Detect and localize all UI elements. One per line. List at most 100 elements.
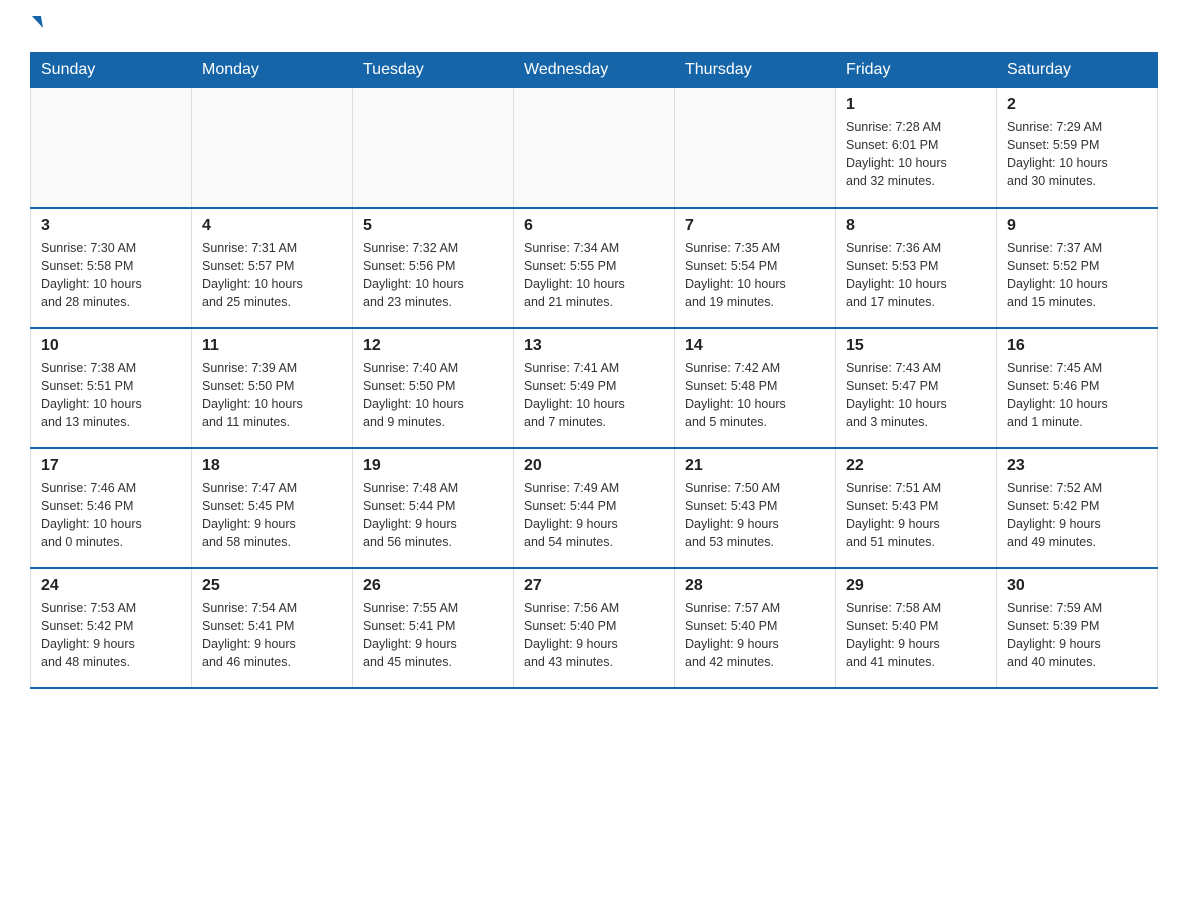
calendar-cell: 21 Sunrise: 7:50 AM Sunset: 5:43 PM Dayli… — [675, 448, 836, 568]
calendar-cell: 28 Sunrise: 7:57 AM Sunset: 5:40 PM Dayli… — [675, 568, 836, 688]
calendar-cell: 12 Sunrise: 7:40 AM Sunset: 5:50 PM Dayli… — [353, 328, 514, 448]
weekday-header-saturday: Saturday — [997, 53, 1158, 88]
day-number: 25 — [202, 577, 342, 595]
day-number: 24 — [41, 577, 181, 595]
day-info: Sunrise: 7:35 AM Sunset: 5:54 PM Dayligh… — [685, 239, 825, 312]
day-info: Sunrise: 7:43 AM Sunset: 5:47 PM Dayligh… — [846, 359, 986, 432]
day-info: Sunrise: 7:52 AM Sunset: 5:42 PM Dayligh… — [1007, 479, 1147, 552]
day-info: Sunrise: 7:46 AM Sunset: 5:46 PM Dayligh… — [41, 479, 181, 552]
day-number: 23 — [1007, 457, 1147, 475]
day-number: 13 — [524, 337, 664, 355]
calendar-cell: 22 Sunrise: 7:51 AM Sunset: 5:43 PM Dayli… — [836, 448, 997, 568]
day-number: 9 — [1007, 217, 1147, 235]
calendar-cell: 11Sunrise: 7:39 AM Sunset: 5:50 PM Dayli… — [192, 328, 353, 448]
calendar-cell: 29Sunrise: 7:58 AM Sunset: 5:40 PM Dayli… — [836, 568, 997, 688]
day-info: Sunrise: 7:39 AM Sunset: 5:50 PM Dayligh… — [202, 359, 342, 432]
day-number: 16 — [1007, 337, 1147, 355]
calendar-cell — [514, 88, 675, 208]
day-number: 29 — [846, 577, 986, 595]
logo-triangle-icon — [32, 16, 43, 28]
day-info: Sunrise: 7:29 AM Sunset: 5:59 PM Dayligh… — [1007, 118, 1147, 191]
day-number: 15 — [846, 337, 986, 355]
day-info: Sunrise: 7:42 AM Sunset: 5:48 PM Dayligh… — [685, 359, 825, 432]
day-number: 1 — [846, 96, 986, 114]
weekday-header-friday: Friday — [836, 53, 997, 88]
day-number: 10 — [41, 337, 181, 355]
day-info: Sunrise: 7:37 AM Sunset: 5:52 PM Dayligh… — [1007, 239, 1147, 312]
day-info: Sunrise: 7:57 AM Sunset: 5:40 PM Dayligh… — [685, 599, 825, 672]
calendar-cell: 30Sunrise: 7:59 AM Sunset: 5:39 PM Dayli… — [997, 568, 1158, 688]
calendar-cell: 14 Sunrise: 7:42 AM Sunset: 5:48 PM Dayli… — [675, 328, 836, 448]
day-number: 21 — [685, 457, 825, 475]
calendar-cell: 10Sunrise: 7:38 AM Sunset: 5:51 PM Dayli… — [31, 328, 192, 448]
day-info: Sunrise: 7:47 AM Sunset: 5:45 PM Dayligh… — [202, 479, 342, 552]
calendar-cell: 9 Sunrise: 7:37 AM Sunset: 5:52 PM Daylig… — [997, 208, 1158, 328]
calendar-cell: 23 Sunrise: 7:52 AM Sunset: 5:42 PM Dayli… — [997, 448, 1158, 568]
day-number: 5 — [363, 217, 503, 235]
calendar-cell — [353, 88, 514, 208]
calendar-cell: 27 Sunrise: 7:56 AM Sunset: 5:40 PM Dayli… — [514, 568, 675, 688]
day-info: Sunrise: 7:45 AM Sunset: 5:46 PM Dayligh… — [1007, 359, 1147, 432]
day-number: 14 — [685, 337, 825, 355]
day-number: 17 — [41, 457, 181, 475]
day-number: 8 — [846, 217, 986, 235]
day-number: 6 — [524, 217, 664, 235]
calendar-cell — [192, 88, 353, 208]
day-number: 3 — [41, 217, 181, 235]
day-info: Sunrise: 7:48 AM Sunset: 5:44 PM Dayligh… — [363, 479, 503, 552]
calendar-cell: 8 Sunrise: 7:36 AM Sunset: 5:53 PM Daylig… — [836, 208, 997, 328]
day-info: Sunrise: 7:51 AM Sunset: 5:43 PM Dayligh… — [846, 479, 986, 552]
day-info: Sunrise: 7:54 AM Sunset: 5:41 PM Dayligh… — [202, 599, 342, 672]
day-info: Sunrise: 7:50 AM Sunset: 5:43 PM Dayligh… — [685, 479, 825, 552]
calendar-cell: 4 Sunrise: 7:31 AM Sunset: 5:57 PM Daylig… — [192, 208, 353, 328]
page-header — [30, 20, 1158, 34]
calendar-cell: 16 Sunrise: 7:45 AM Sunset: 5:46 PM Dayli… — [997, 328, 1158, 448]
day-info: Sunrise: 7:41 AM Sunset: 5:49 PM Dayligh… — [524, 359, 664, 432]
day-info: Sunrise: 7:32 AM Sunset: 5:56 PM Dayligh… — [363, 239, 503, 312]
day-info: Sunrise: 7:36 AM Sunset: 5:53 PM Dayligh… — [846, 239, 986, 312]
calendar-cell: 25 Sunrise: 7:54 AM Sunset: 5:41 PM Dayli… — [192, 568, 353, 688]
weekday-header-row: SundayMondayTuesdayWednesdayThursdayFrid… — [31, 53, 1158, 88]
day-number: 12 — [363, 337, 503, 355]
calendar-cell: 19 Sunrise: 7:48 AM Sunset: 5:44 PM Dayli… — [353, 448, 514, 568]
day-info: Sunrise: 7:56 AM Sunset: 5:40 PM Dayligh… — [524, 599, 664, 672]
calendar-cell: 24 Sunrise: 7:53 AM Sunset: 5:42 PM Dayli… — [31, 568, 192, 688]
week-row-3: 10Sunrise: 7:38 AM Sunset: 5:51 PM Dayli… — [31, 328, 1158, 448]
week-row-5: 24 Sunrise: 7:53 AM Sunset: 5:42 PM Dayli… — [31, 568, 1158, 688]
day-info: Sunrise: 7:55 AM Sunset: 5:41 PM Dayligh… — [363, 599, 503, 672]
day-info: Sunrise: 7:49 AM Sunset: 5:44 PM Dayligh… — [524, 479, 664, 552]
day-number: 22 — [846, 457, 986, 475]
weekday-header-tuesday: Tuesday — [353, 53, 514, 88]
calendar-cell: 17 Sunrise: 7:46 AM Sunset: 5:46 PM Dayli… — [31, 448, 192, 568]
calendar-cell: 3 Sunrise: 7:30 AM Sunset: 5:58 PM Daylig… — [31, 208, 192, 328]
day-number: 20 — [524, 457, 664, 475]
calendar-cell: 6Sunrise: 7:34 AM Sunset: 5:55 PM Daylig… — [514, 208, 675, 328]
day-number: 30 — [1007, 577, 1147, 595]
day-info: Sunrise: 7:28 AM Sunset: 6:01 PM Dayligh… — [846, 118, 986, 191]
day-number: 18 — [202, 457, 342, 475]
weekday-header-monday: Monday — [192, 53, 353, 88]
weekday-header-wednesday: Wednesday — [514, 53, 675, 88]
calendar-cell: 5 Sunrise: 7:32 AM Sunset: 5:56 PM Daylig… — [353, 208, 514, 328]
day-info: Sunrise: 7:40 AM Sunset: 5:50 PM Dayligh… — [363, 359, 503, 432]
calendar-cell: 15 Sunrise: 7:43 AM Sunset: 5:47 PM Dayli… — [836, 328, 997, 448]
day-number: 4 — [202, 217, 342, 235]
weekday-header-sunday: Sunday — [31, 53, 192, 88]
day-number: 2 — [1007, 96, 1147, 114]
calendar-cell — [31, 88, 192, 208]
day-number: 28 — [685, 577, 825, 595]
calendar-cell: 13 Sunrise: 7:41 AM Sunset: 5:49 PM Dayli… — [514, 328, 675, 448]
day-number: 19 — [363, 457, 503, 475]
day-info: Sunrise: 7:53 AM Sunset: 5:42 PM Dayligh… — [41, 599, 181, 672]
calendar-cell: 18 Sunrise: 7:47 AM Sunset: 5:45 PM Dayli… — [192, 448, 353, 568]
day-number: 7 — [685, 217, 825, 235]
day-info: Sunrise: 7:30 AM Sunset: 5:58 PM Dayligh… — [41, 239, 181, 312]
calendar-cell: 2 Sunrise: 7:29 AM Sunset: 5:59 PM Daylig… — [997, 88, 1158, 208]
day-number: 27 — [524, 577, 664, 595]
day-info: Sunrise: 7:31 AM Sunset: 5:57 PM Dayligh… — [202, 239, 342, 312]
calendar-cell: 7 Sunrise: 7:35 AM Sunset: 5:54 PM Daylig… — [675, 208, 836, 328]
calendar-cell — [675, 88, 836, 208]
calendar-cell: 20 Sunrise: 7:49 AM Sunset: 5:44 PM Dayli… — [514, 448, 675, 568]
logo — [30, 20, 70, 34]
weekday-header-thursday: Thursday — [675, 53, 836, 88]
